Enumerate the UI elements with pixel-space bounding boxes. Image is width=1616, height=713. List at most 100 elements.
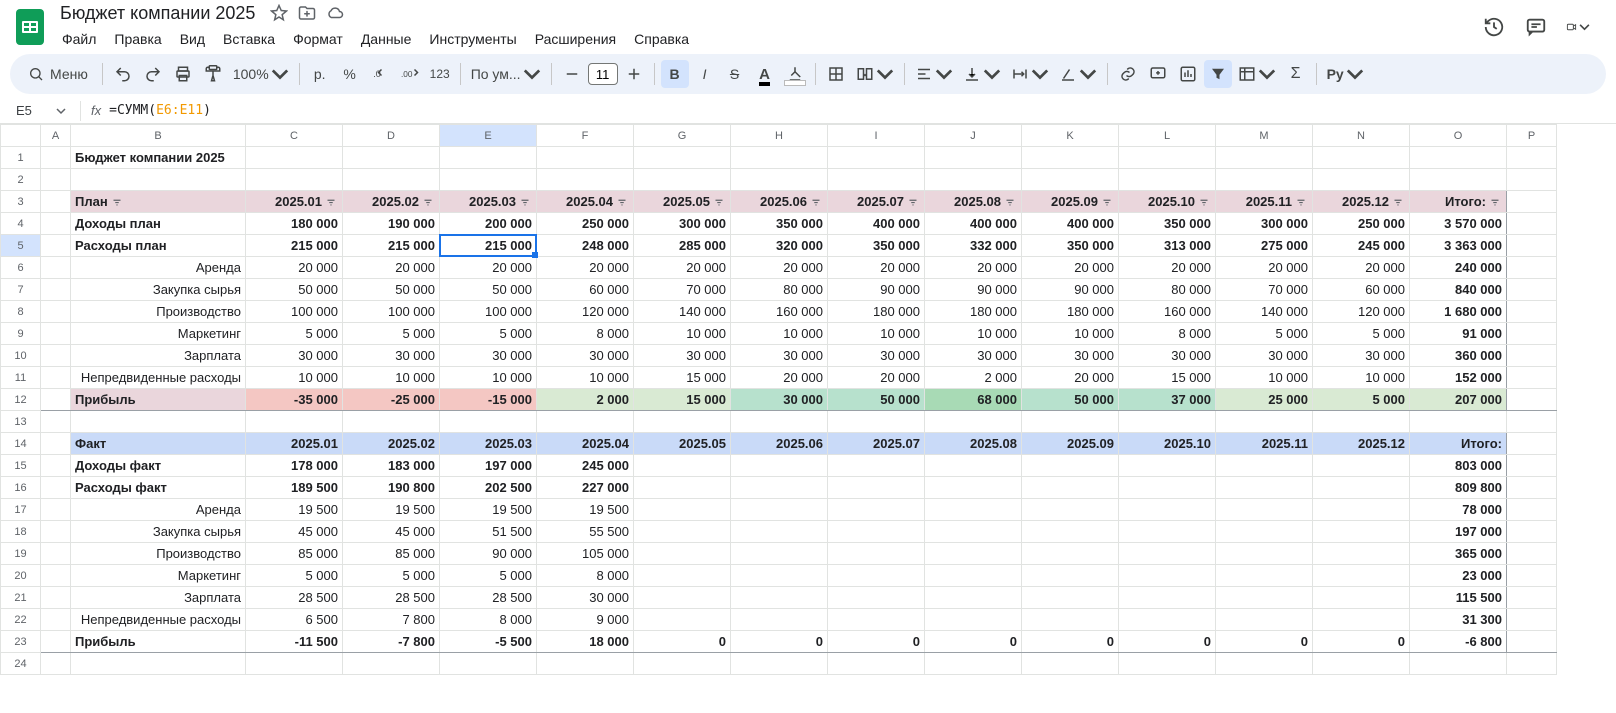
cell[interactable] (731, 411, 828, 433)
cell[interactable]: 10 000 (925, 323, 1022, 345)
cell[interactable]: 2025.09 (1022, 433, 1119, 455)
cell[interactable] (1119, 477, 1216, 499)
cell[interactable]: 78 000 (1410, 499, 1507, 521)
decrease-font-size-button[interactable] (558, 60, 586, 88)
cell[interactable]: 20 000 (1313, 257, 1410, 279)
cell[interactable] (731, 147, 828, 169)
row-header-4[interactable]: 4 (1, 213, 41, 235)
cell[interactable] (41, 213, 71, 235)
cell[interactable]: 20 000 (1119, 257, 1216, 279)
cell[interactable]: 400 000 (925, 213, 1022, 235)
cell[interactable] (440, 411, 537, 433)
cell[interactable]: 9 000 (537, 609, 634, 631)
cell[interactable] (1119, 609, 1216, 631)
cell[interactable] (71, 169, 246, 191)
cell[interactable] (828, 521, 925, 543)
cell[interactable] (1216, 609, 1313, 631)
row-header-10[interactable]: 10 (1, 345, 41, 367)
cell[interactable] (731, 609, 828, 631)
cell[interactable]: 183 000 (343, 455, 440, 477)
cell[interactable]: 2025.05 (634, 191, 731, 213)
comments-icon[interactable] (1524, 15, 1548, 39)
row-header-13[interactable]: 13 (1, 411, 41, 433)
cell[interactable] (634, 455, 731, 477)
cell[interactable]: 2025.12 (1313, 433, 1410, 455)
cell[interactable] (925, 169, 1022, 191)
undo-button[interactable] (109, 60, 137, 88)
cell[interactable]: 23 000 (1410, 565, 1507, 587)
cell[interactable] (41, 587, 71, 609)
filter-icon[interactable] (712, 195, 726, 209)
cell[interactable]: 20 000 (731, 367, 828, 389)
cell[interactable] (925, 653, 1022, 675)
cell[interactable]: 2025.07 (828, 191, 925, 213)
row-header-19[interactable]: 19 (1, 543, 41, 565)
cell[interactable] (1507, 653, 1557, 675)
row-header-16[interactable]: 16 (1, 477, 41, 499)
cell[interactable]: 2025.02 (343, 191, 440, 213)
cell[interactable] (925, 565, 1022, 587)
cell[interactable]: Итого: (1410, 191, 1507, 213)
cell[interactable]: Закупка сырья (71, 279, 246, 301)
cell[interactable]: 25 000 (1216, 389, 1313, 411)
cell[interactable] (1216, 169, 1313, 191)
cell[interactable]: 3 363 000 (1410, 235, 1507, 257)
cell[interactable] (1507, 543, 1557, 565)
column-header-E[interactable]: E (440, 125, 537, 147)
cell[interactable]: 15 000 (634, 367, 731, 389)
cell[interactable]: 275 000 (1216, 235, 1313, 257)
cell[interactable]: 5 000 (440, 323, 537, 345)
cell[interactable]: 30 000 (1022, 345, 1119, 367)
create-filter-button[interactable] (1204, 60, 1232, 88)
cell[interactable]: 300 000 (1216, 213, 1313, 235)
cell[interactable] (1507, 631, 1557, 653)
row-header-2[interactable]: 2 (1, 169, 41, 191)
cell[interactable]: 5 000 (1313, 389, 1410, 411)
cell[interactable]: 2025.03 (440, 433, 537, 455)
cell[interactable] (537, 653, 634, 675)
cell[interactable] (828, 543, 925, 565)
cell[interactable]: 90 000 (440, 543, 537, 565)
formula-input[interactable]: =СУММ(E6:E11) (109, 103, 211, 118)
cell[interactable] (1119, 653, 1216, 675)
cell[interactable]: 19 500 (343, 499, 440, 521)
cell[interactable]: 2025.02 (343, 433, 440, 455)
cell[interactable] (1119, 169, 1216, 191)
filter-icon[interactable] (518, 195, 532, 209)
menu-tools[interactable]: Инструменты (421, 27, 524, 51)
filter-icon[interactable] (1391, 195, 1405, 209)
column-header-I[interactable]: I (828, 125, 925, 147)
cell[interactable] (41, 301, 71, 323)
cell[interactable]: 68 000 (925, 389, 1022, 411)
cell[interactable] (41, 389, 71, 411)
cell[interactable] (1313, 587, 1410, 609)
cell[interactable]: 202 500 (440, 477, 537, 499)
cell[interactable]: 215 000 (343, 235, 440, 257)
cell[interactable] (1119, 521, 1216, 543)
cell[interactable] (828, 587, 925, 609)
cell[interactable] (1507, 213, 1557, 235)
cell[interactable]: 20 000 (1022, 257, 1119, 279)
cell[interactable] (41, 279, 71, 301)
cell[interactable]: 6 500 (246, 609, 343, 631)
cell[interactable]: Непредвиденные расходы (71, 609, 246, 631)
menu-format[interactable]: Формат (285, 27, 351, 51)
print-button[interactable] (169, 60, 197, 88)
cell[interactable] (828, 653, 925, 675)
cell[interactable]: 45 000 (343, 521, 440, 543)
filter-icon[interactable] (615, 195, 629, 209)
column-header-N[interactable]: N (1313, 125, 1410, 147)
cell[interactable] (1313, 169, 1410, 191)
cell[interactable]: 20 000 (925, 257, 1022, 279)
cell[interactable] (925, 455, 1022, 477)
cell[interactable] (1022, 587, 1119, 609)
cell[interactable]: 2025.10 (1119, 433, 1216, 455)
cell[interactable]: 2025.01 (246, 191, 343, 213)
cell[interactable]: 5 000 (343, 323, 440, 345)
cell[interactable] (41, 477, 71, 499)
cell[interactable] (731, 477, 828, 499)
search-menus[interactable]: Меню (20, 60, 96, 88)
row-header-14[interactable]: 14 (1, 433, 41, 455)
script-button[interactable]: Py (1323, 60, 1368, 88)
merge-cells-button[interactable] (852, 60, 898, 88)
